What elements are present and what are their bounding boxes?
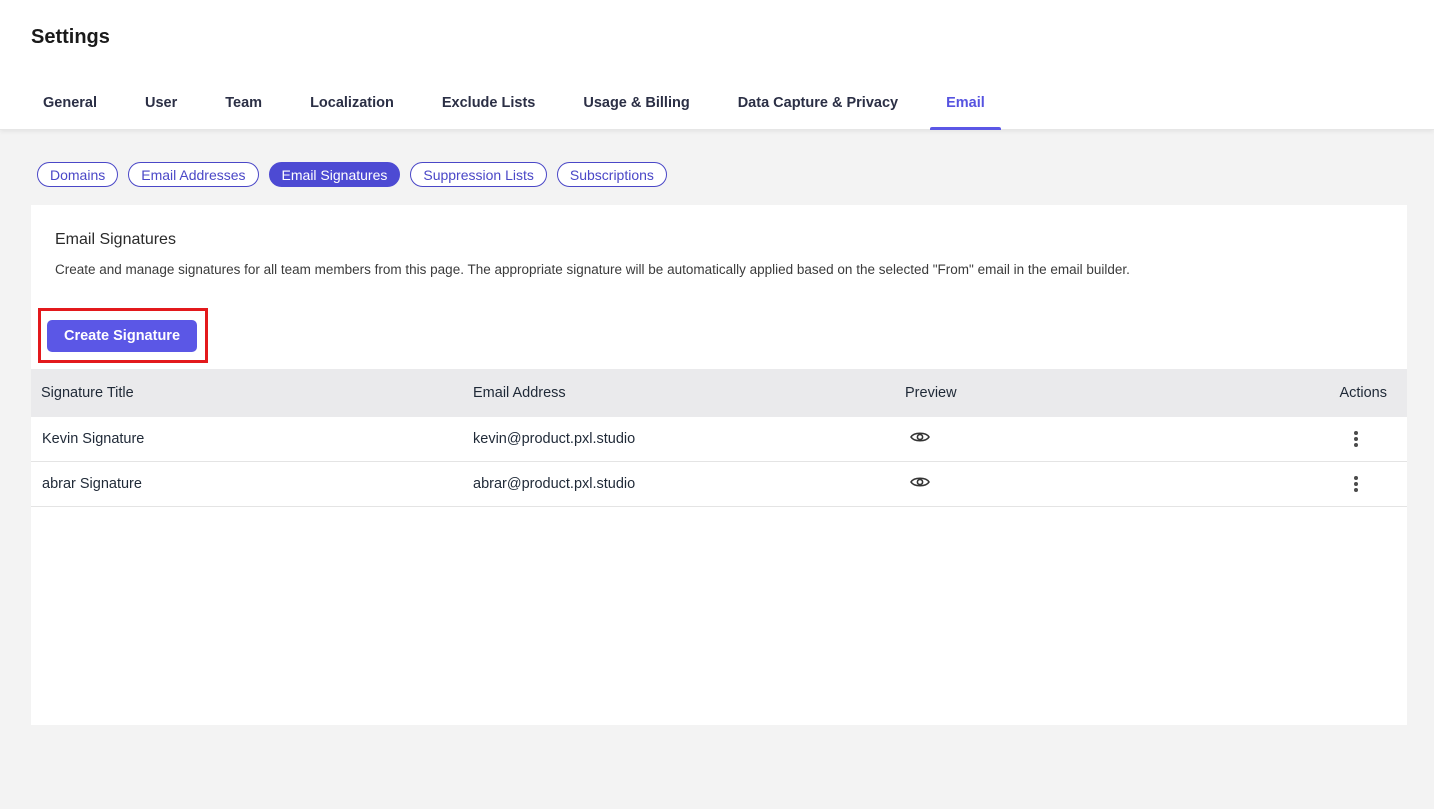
section-description: Create and manage signatures for all tea…	[55, 262, 1130, 277]
table-header: Signature Title Email Address Preview Ac…	[31, 369, 1407, 417]
settings-tabs: General User Team Localization Exclude L…	[27, 75, 1017, 130]
kebab-icon[interactable]	[1351, 474, 1361, 494]
email-address-cell: abrar@product.pxl.studio	[473, 476, 636, 492]
subtab-suppression-lists[interactable]: Suppression Lists	[410, 162, 547, 187]
subtab-email-signatures[interactable]: Email Signatures	[268, 162, 401, 187]
column-header-actions: Actions	[1339, 385, 1387, 401]
table-row: Kevin Signature kevin@product.pxl.studio	[31, 417, 1407, 462]
preview-cell	[895, 430, 1195, 448]
section-title: Email Signatures	[55, 231, 176, 248]
create-signature-button[interactable]: Create Signature	[47, 320, 197, 352]
column-header-preview: Preview	[905, 385, 957, 401]
signature-title-cell: abrar Signature	[42, 476, 142, 492]
preview-cell	[895, 475, 1195, 493]
tab-usage-billing[interactable]: Usage & Billing	[567, 75, 705, 130]
settings-header: Settings General User Team Localization …	[0, 0, 1434, 130]
email-subtabs: Domains Email Addresses Email Signatures…	[37, 162, 677, 187]
signatures-table: Signature Title Email Address Preview Ac…	[31, 369, 1407, 507]
table-row: abrar Signature abrar@product.pxl.studio	[31, 462, 1407, 507]
tab-user[interactable]: User	[129, 75, 193, 130]
subtab-domains[interactable]: Domains	[37, 162, 119, 187]
tab-data-capture-privacy[interactable]: Data Capture & Privacy	[722, 75, 914, 130]
eye-icon[interactable]	[910, 475, 930, 489]
subtab-subscriptions[interactable]: Subscriptions	[556, 162, 667, 187]
signature-title-cell: Kevin Signature	[42, 431, 145, 447]
tab-email[interactable]: Email	[930, 75, 1001, 130]
email-address-cell: kevin@product.pxl.studio	[473, 431, 636, 447]
tab-exclude-lists[interactable]: Exclude Lists	[426, 75, 551, 130]
column-header-signature-title: Signature Title	[41, 385, 134, 401]
tab-team[interactable]: Team	[209, 75, 278, 130]
tab-general[interactable]: General	[27, 75, 113, 130]
eye-icon[interactable]	[910, 430, 930, 444]
kebab-icon[interactable]	[1351, 429, 1361, 449]
tab-localization[interactable]: Localization	[294, 75, 410, 130]
subtab-email-addresses[interactable]: Email Addresses	[128, 162, 259, 187]
column-header-email-address: Email Address	[473, 385, 566, 401]
email-signatures-card: Email Signatures Create and manage signa…	[31, 205, 1407, 725]
page-title: Settings	[31, 26, 110, 48]
